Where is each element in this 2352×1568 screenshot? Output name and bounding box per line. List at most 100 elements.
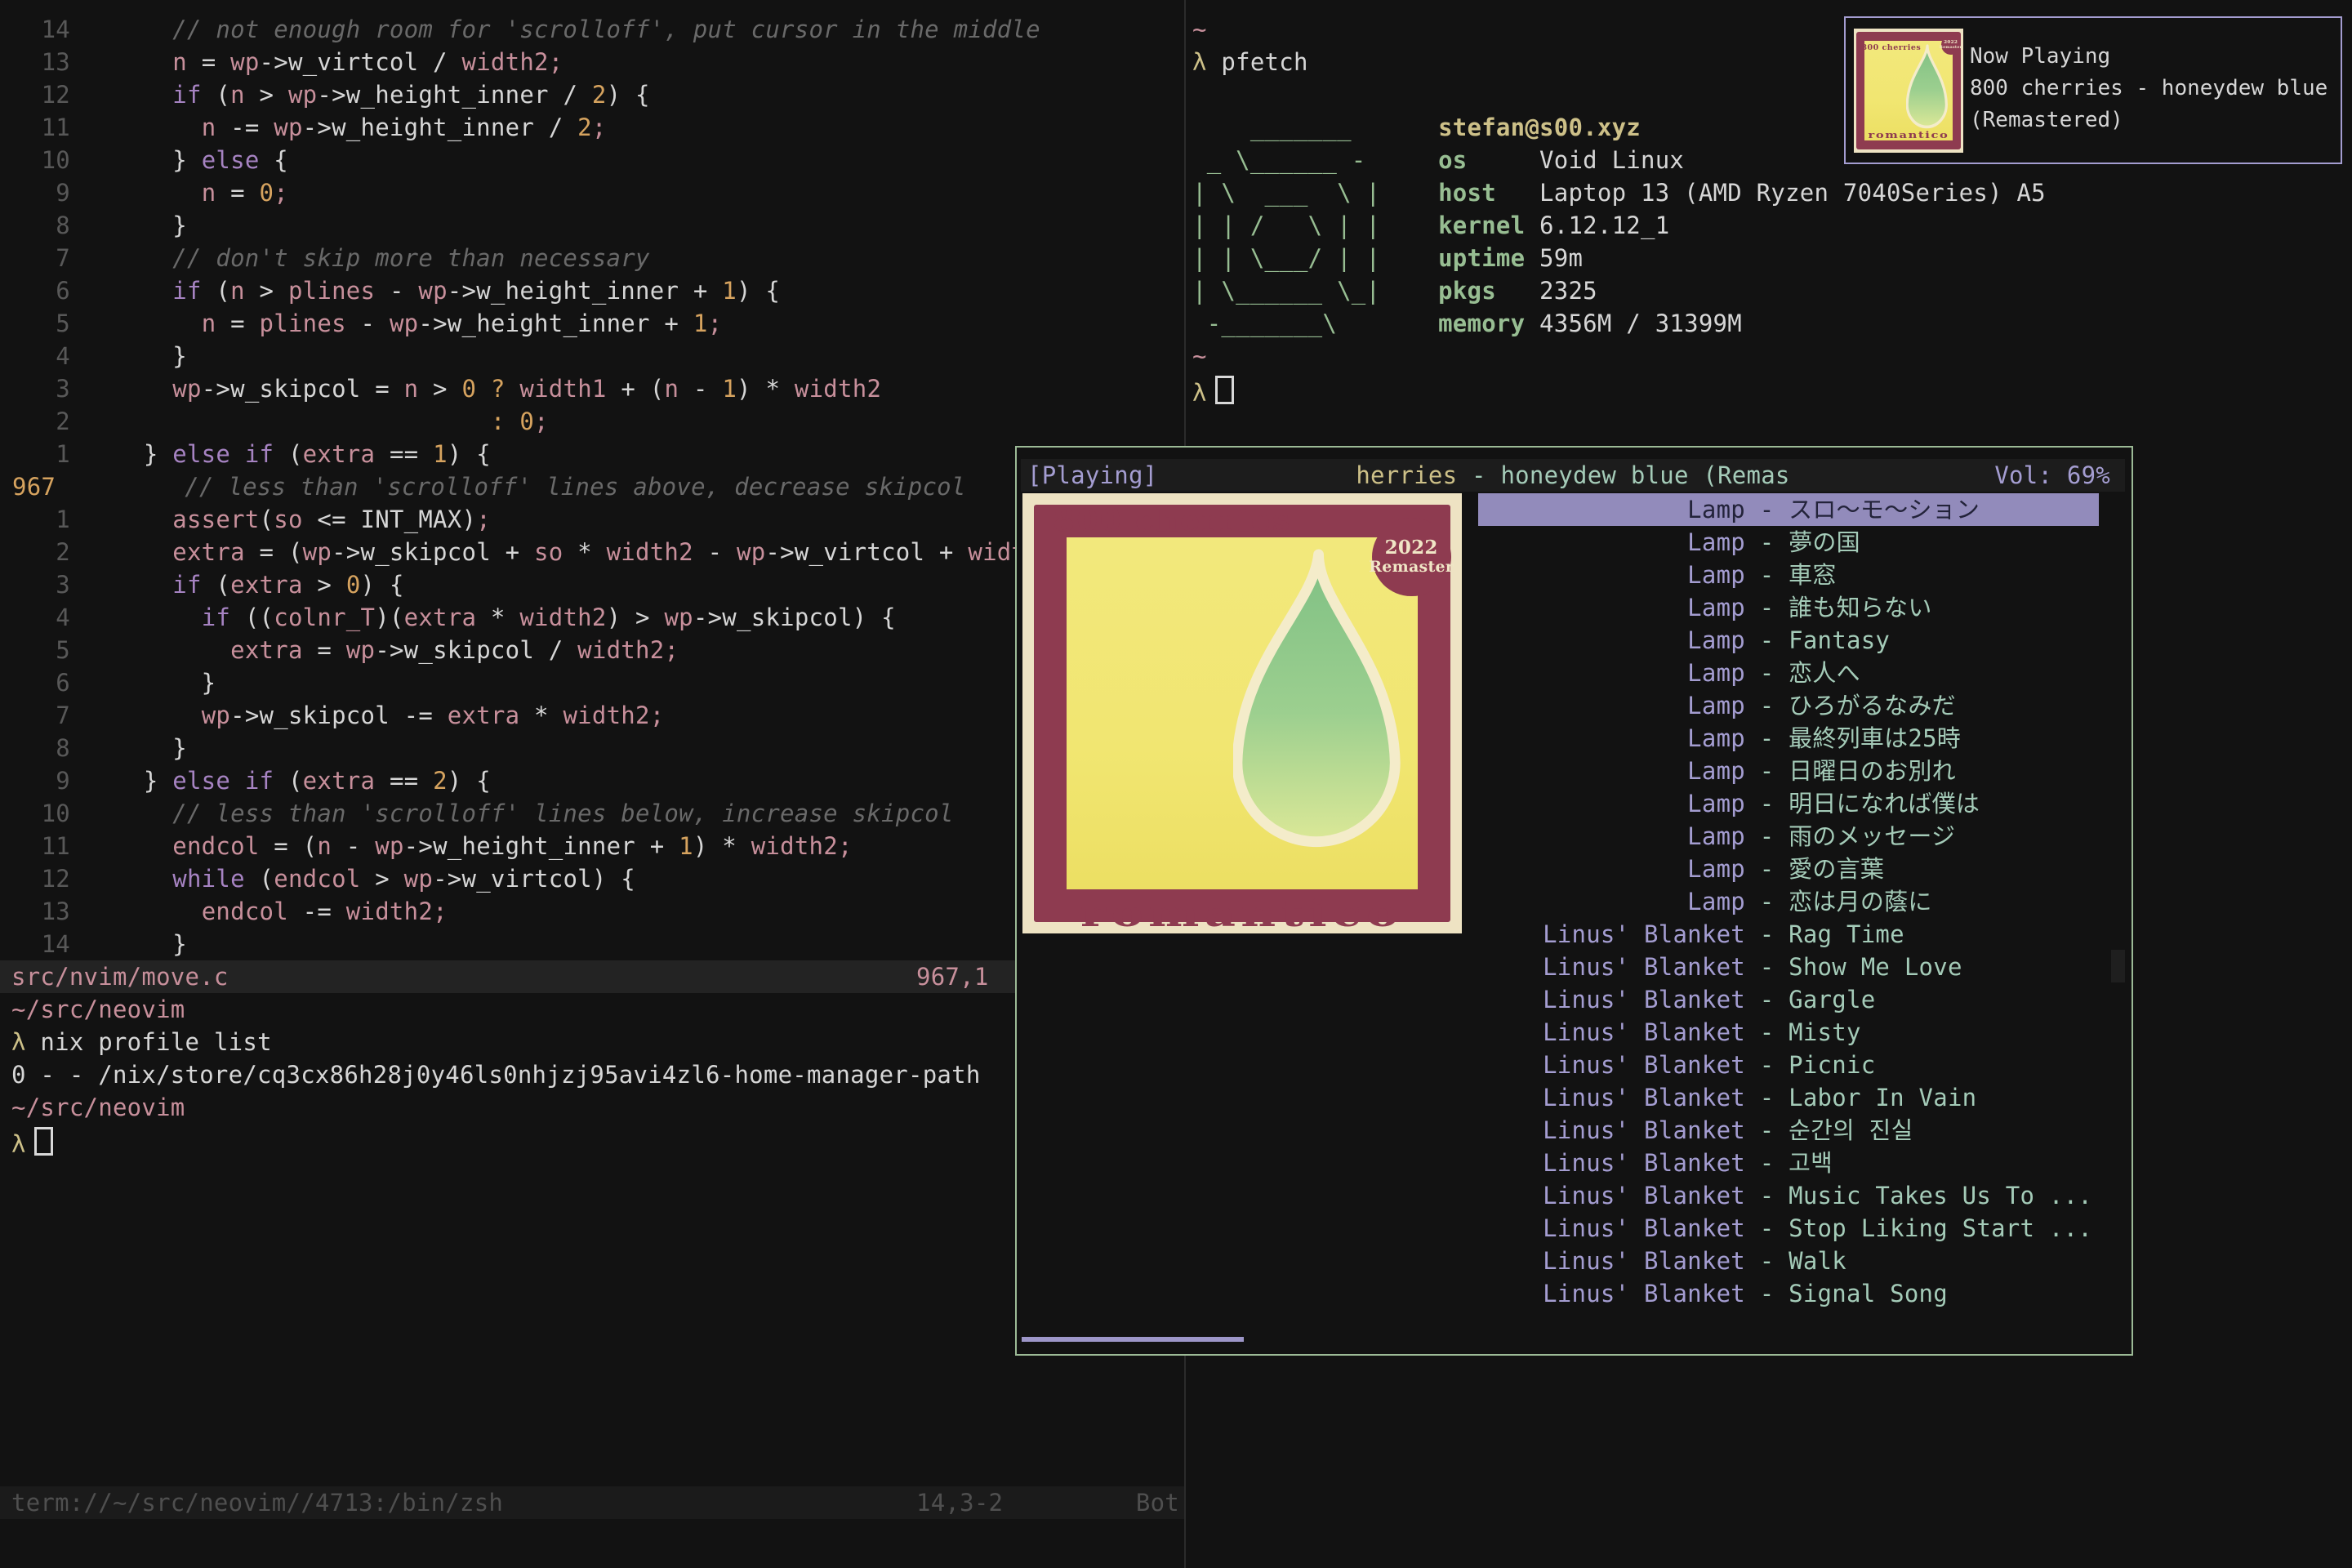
playlist-item[interactable]: Linus' Blanket - Gargle — [1478, 983, 2099, 1016]
artist-title-separator: - — [1745, 951, 1788, 983]
terminal-line: | | \___/ | | uptime 59m — [1192, 242, 2046, 274]
song-title: 誰も知らない — [1788, 591, 1932, 624]
song-progress-bar[interactable] — [1022, 1337, 1244, 1342]
notification-text: Now Playing 800 cherries - honeydew blue… — [1970, 41, 2328, 136]
song-title: 車窓 — [1788, 559, 1837, 591]
playlist-scrollbar-thumb[interactable] — [2111, 950, 2125, 982]
artist-title-separator: - — [1745, 755, 1788, 787]
artist-name: Lamp — [1478, 559, 1745, 591]
terminal-line: λ — [11, 1124, 981, 1156]
playlist-item[interactable]: Linus' Blanket - Music Takes Us To ... — [1478, 1179, 2099, 1212]
vim-pane[interactable]: 14 // not enough room for 'scrolloff', p… — [0, 0, 1184, 1568]
artist-title-separator: - — [1745, 787, 1788, 820]
line-number: 8 — [0, 732, 70, 764]
line-number: 7 — [0, 242, 70, 274]
code-line: 13 n = wp->w_virtcol / width2; — [0, 46, 1272, 78]
code-line: 11 n -= wp->w_height_inner / 2; — [0, 111, 1272, 144]
line-number: 8 — [0, 209, 70, 242]
artist-title-separator: - — [1745, 1277, 1788, 1310]
song-title: 恋は月の蔭に — [1788, 885, 1932, 918]
terminal-line: 0 - - /nix/store/cq3cx86h28j0y46ls0nhjzj… — [11, 1058, 981, 1091]
playlist-item[interactable]: Lamp - 恋人へ — [1478, 657, 2099, 689]
line-number: 10 — [0, 144, 70, 176]
playlist-item[interactable]: Lamp - スロ～モ～ション — [1478, 493, 2099, 526]
vim-statusline-terminal: term://~/src/neovim//4713:/bin/zsh 14,3-… — [0, 1486, 1184, 1519]
line-number: 14 — [0, 928, 70, 960]
code-line: 4 } — [0, 340, 1272, 372]
artist-name: Lamp — [1478, 493, 1745, 526]
artist-title-separator: - — [1745, 689, 1788, 722]
playlist-item[interactable]: Linus' Blanket - Signal Song — [1478, 1277, 2099, 1310]
song-title: Show Me Love — [1788, 951, 1962, 983]
artist-title-separator: - — [1745, 1179, 1788, 1212]
song-title: 愛の言葉 — [1788, 853, 1884, 885]
playlist-item[interactable]: Lamp - 日曜日のお別れ — [1478, 755, 2099, 787]
song-title: 恋人へ — [1788, 657, 1860, 689]
line-number: 14 — [0, 13, 70, 46]
embedded-terminal-output: ~/src/neovimλ nix profile list0 - - /nix… — [11, 993, 981, 1156]
artist-title-separator: - — [1745, 1147, 1788, 1179]
notification-subtitle: (Remastered) — [1970, 105, 2328, 136]
artist-name: Lamp — [1478, 657, 1745, 689]
code-line: 10 } else { — [0, 144, 1272, 176]
album-title-text: romantico — [1854, 118, 1963, 151]
song-title: Music Takes Us To ... — [1788, 1179, 2092, 1212]
playlist-item[interactable]: Lamp - 明日になれば僕は — [1478, 787, 2099, 820]
artist-title-separator: - — [1745, 493, 1788, 526]
line-number: 3 — [0, 568, 70, 601]
playlist-item[interactable]: Linus' Blanket - 순간의 진실 — [1478, 1114, 2099, 1147]
line-number: 3 — [0, 372, 70, 405]
playlist-item[interactable]: Lamp - 夢の国 — [1478, 526, 2099, 559]
playlist-item[interactable]: Lamp - 車窓 — [1478, 559, 2099, 591]
line-number: 12 — [0, 862, 70, 895]
playlist-item[interactable]: Lamp - ひろがるなみだ — [1478, 689, 2099, 722]
playlist-item[interactable]: Linus' Blanket - Picnic — [1478, 1049, 2099, 1081]
playlist-item[interactable]: Linus' Blanket - Stop Liking Start ... — [1478, 1212, 2099, 1245]
line-number: 6 — [0, 666, 70, 699]
playlist-item[interactable]: Lamp - 愛の言葉 — [1478, 853, 2099, 885]
terminal-line: -_______\ memory 4356M / 31399M — [1192, 307, 2046, 340]
code-line: 9 n = 0; — [0, 176, 1272, 209]
artist-name: Linus' Blanket — [1478, 983, 1745, 1016]
playlist-item[interactable]: Linus' Blanket - 고백 — [1478, 1147, 2099, 1179]
album-artist-text: 800 cherries — [1054, 504, 1292, 537]
playlist-item[interactable]: Lamp - Fantasy — [1478, 624, 2099, 657]
artist-name: Lamp — [1478, 689, 1745, 722]
line-number: 4 — [0, 340, 70, 372]
artist-title-separator: - — [1745, 657, 1788, 689]
album-title-text: romantico — [1022, 897, 1462, 929]
artist-name: Linus' Blanket — [1478, 1179, 1745, 1212]
line-number: 967 — [0, 470, 82, 503]
playlist-item[interactable]: Linus' Blanket - Labor In Vain — [1478, 1081, 2099, 1114]
line-number: 13 — [0, 895, 70, 928]
now-playing-notification[interactable]: 800 cherries 2022 Remaster r — [1844, 16, 2342, 164]
playlist-item[interactable]: Linus' Blanket - Show Me Love — [1478, 951, 2099, 983]
playlist: Lamp - スロ～モ～ションLamp - 夢の国Lamp - 車窓Lamp -… — [1478, 493, 2099, 1310]
song-title: Labor In Vain — [1788, 1081, 1976, 1114]
terminal-line: ~/src/neovim — [11, 993, 981, 1026]
playlist-item[interactable]: Linus' Blanket - Rag Time — [1478, 918, 2099, 951]
music-player-window: [Playing] herries - honeydew blue (Remas… — [1015, 446, 2133, 1356]
artist-name: Linus' Blanket — [1478, 1049, 1745, 1081]
line-number: 9 — [0, 764, 70, 797]
line-number: 2 — [0, 405, 70, 438]
song-title: Walk — [1788, 1245, 1846, 1277]
artist-name: Linus' Blanket — [1478, 1147, 1745, 1179]
playlist-item[interactable]: Linus' Blanket - Misty — [1478, 1016, 2099, 1049]
playlist-item[interactable]: Lamp - 誰も知らない — [1478, 591, 2099, 624]
artist-name: Linus' Blanket — [1478, 1114, 1745, 1147]
song-title: 고백 — [1788, 1147, 1833, 1179]
playlist-item[interactable]: Lamp - 最終列車は25時 — [1478, 722, 2099, 755]
artist-name: Lamp — [1478, 526, 1745, 559]
line-number: 5 — [0, 307, 70, 340]
playlist-item[interactable]: Lamp - 雨のメッセージ — [1478, 820, 2099, 853]
code-line: 8 } — [0, 209, 1272, 242]
playlist-item[interactable]: Linus' Blanket - Walk — [1478, 1245, 2099, 1277]
playlist-item[interactable]: Lamp - 恋は月の蔭に — [1478, 885, 2099, 918]
artist-title-separator: - — [1745, 1049, 1788, 1081]
terminal-cursor — [34, 1127, 53, 1156]
artist-title-separator: - — [1745, 559, 1788, 591]
notification-track: 800 cherries - honeydew blue — [1970, 73, 2328, 105]
song-title: Gargle — [1788, 983, 1875, 1016]
now-playing-title: herries - honeydew blue (Remas — [1356, 459, 1789, 492]
